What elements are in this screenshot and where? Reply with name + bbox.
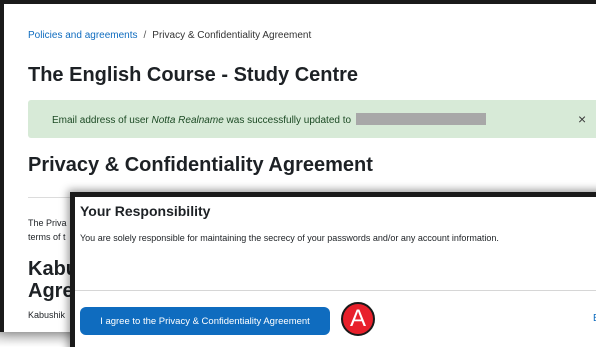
breadcrumb-link-policies[interactable]: Policies and agreements — [28, 30, 138, 41]
policy-text-line: Kabushik — [28, 310, 66, 320]
alert-prefix: Email address of user — [52, 115, 152, 126]
agree-button[interactable]: I agree to the Privacy & Confidentiality… — [80, 307, 330, 335]
breadcrumb-current: Privacy & Confidentiality Agreement — [152, 30, 312, 41]
annotation-marker-a: A — [341, 302, 375, 336]
panel-divider — [75, 290, 596, 291]
breadcrumb-separator: / — [143, 30, 147, 41]
agreement-text-line-2: terms of t — [28, 232, 66, 242]
agreement-text-line-1: The Priva — [28, 218, 67, 228]
success-alert: Email address of user Notta Realname was… — [28, 100, 596, 138]
alert-user-name: Notta Realname — [151, 115, 224, 126]
responsibility-panel: Your Responsibility You are solely respo… — [70, 192, 596, 347]
panel-title: Your Responsibility — [80, 203, 211, 219]
redacted-email — [355, 113, 486, 125]
breadcrumb: Policies and agreements / Privacy & Confid… — [28, 30, 311, 41]
alert-message: Email address of user Notta Realname was… — [52, 113, 486, 126]
course-title: The English Course - Study Centre — [28, 64, 359, 86]
alert-suffix: was successfully updated to — [223, 115, 352, 126]
close-icon[interactable]: × — [578, 111, 586, 127]
policy-heading-line-2: Agre — [28, 280, 74, 302]
screenshot-stage: Policies and agreements / Privacy & Confid… — [0, 0, 596, 347]
agreement-title: Privacy & Confidentiality Agreement — [28, 154, 373, 176]
panel-text: You are solely responsible for maintaini… — [80, 233, 499, 243]
